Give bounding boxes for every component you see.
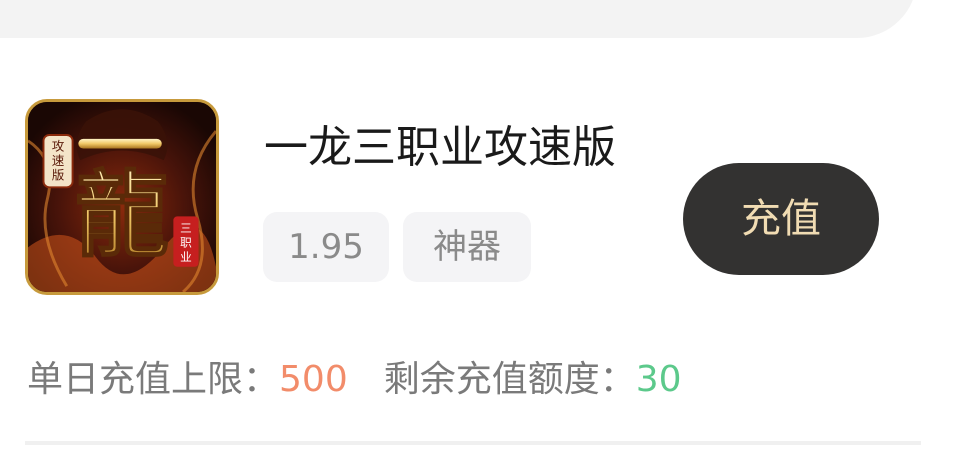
game-logo-corner-line3: 业 <box>180 250 192 264</box>
game-logo-main-character: 龍 <box>75 160 168 269</box>
recharge-limits: 单日充值上限：500 剩余充值额度：30 <box>27 352 682 408</box>
divider <box>25 441 921 445</box>
remaining-limit-label: 剩余充值额度： <box>383 359 636 400</box>
daily-limit-label: 单日充值上限： <box>27 359 280 400</box>
category-tag: 神器 <box>403 212 531 282</box>
game-recharge-page: 攻 速 版 龍 三 职 业 一龙三职业攻速版 1.95 神器 充值 单日充值上限… <box>0 0 963 461</box>
recharge-button[interactable]: 充值 <box>683 163 879 275</box>
game-logo-badge-line3: 版 <box>52 168 65 183</box>
game-icon[interactable]: 攻 速 版 龍 三 职 业 <box>25 99 219 295</box>
game-logo-corner-line1: 三 <box>180 221 192 235</box>
game-logo-badge-line1: 攻 <box>52 138 65 153</box>
game-logo-badge-line2: 速 <box>52 153 65 168</box>
discount-tag: 1.95 <box>263 212 389 282</box>
remaining-limit-value: 30 <box>635 359 682 400</box>
daily-limit-value: 500 <box>279 359 348 400</box>
game-logo-graphic: 攻 速 版 龍 三 职 业 <box>28 102 216 292</box>
game-logo-corner-line2: 职 <box>180 235 192 249</box>
game-title[interactable]: 一龙三职业攻速版 <box>264 120 616 176</box>
game-card: 攻 速 版 龍 三 职 业 一龙三职业攻速版 1.95 神器 充值 单日充值上限… <box>0 0 963 461</box>
